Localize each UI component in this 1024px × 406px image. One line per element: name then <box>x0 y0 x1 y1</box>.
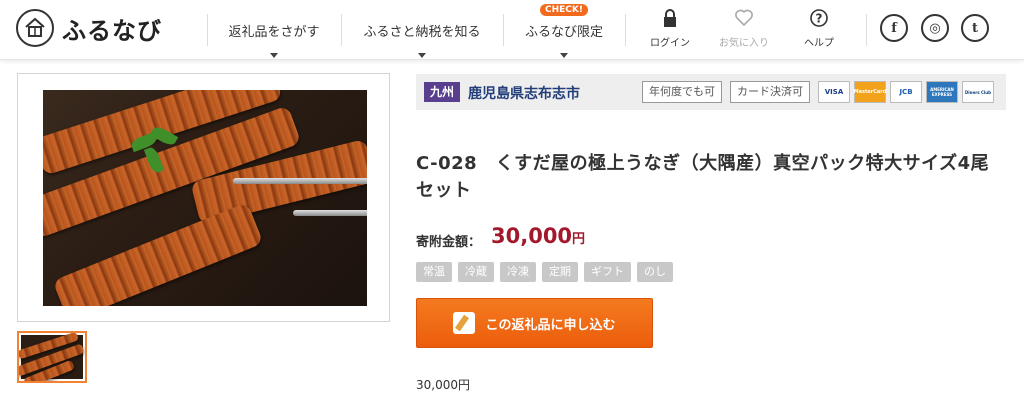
instagram-icon[interactable]: ◎ <box>921 14 949 42</box>
nav-divider <box>866 14 867 46</box>
chevron-down-icon <box>270 53 278 58</box>
nav-furunavi-limited[interactable]: CHECK! ふるなび限定 <box>503 0 625 60</box>
chevron-down-icon <box>418 53 426 58</box>
nav-learn-furusato[interactable]: ふるさと納税を知る <box>341 0 503 60</box>
tongs <box>293 210 367 216</box>
question-icon: ? <box>787 8 851 30</box>
nav-search-gifts[interactable]: 返礼品をさがす <box>207 0 341 60</box>
lock-icon <box>638 8 702 30</box>
region-bar: 九州 鹿児島県志布志市 年何度でも可 カード決済可 VISA MasterCar… <box>416 74 1006 110</box>
tag-gift: ギフト <box>584 262 631 282</box>
login-button[interactable]: ログイン <box>638 8 702 49</box>
pen-icon <box>453 312 476 334</box>
tag-subscription: 定期 <box>542 262 578 282</box>
diners-icon: Diners Club <box>962 81 994 103</box>
city-link[interactable]: 鹿児島県志布志市 <box>468 83 580 103</box>
logo-house-icon <box>16 9 54 47</box>
twitter-icon[interactable]: t <box>961 14 989 42</box>
region-tag[interactable]: 九州 <box>424 82 461 102</box>
tag-frozen: 冷凍 <box>500 262 536 282</box>
eel-photo <box>43 90 367 306</box>
shipping-tags: 常温 冷蔵 冷凍 定期 ギフト のし <box>416 262 679 282</box>
site-header: ふるなび 返礼品をさがす ふるさと納税を知る CHECK! ふるなび限定 ログイ… <box>0 0 1024 60</box>
jcb-icon: JCB <box>890 81 922 103</box>
svg-text:?: ? <box>816 12 823 26</box>
mastercard-icon: MasterCard <box>854 81 886 103</box>
heart-icon <box>712 8 776 30</box>
option-price: 30,000円 <box>416 378 470 392</box>
thumbnail-image <box>19 333 85 381</box>
price-unit: 円 <box>572 232 586 247</box>
favorites-button[interactable]: お気に入り <box>712 8 776 49</box>
facebook-icon[interactable]: f <box>880 14 908 42</box>
nav-search-gifts-label: 返礼品をさがす <box>228 24 320 40</box>
site-logo[interactable]: ふるなび <box>16 9 162 47</box>
nav-learn-furusato-label: ふるさと納税を知る <box>363 24 481 40</box>
tongs <box>233 178 367 184</box>
product-title: C-028 くすだ屋の極上うなぎ（大隅産）真空パック特大サイズ4尾セット <box>416 153 990 201</box>
price-value: 30,000円 <box>491 224 585 248</box>
visa-icon: VISA <box>818 81 850 103</box>
check-badge: CHECK! <box>540 4 588 16</box>
nav-divider <box>625 14 626 46</box>
apply-button-label: この返礼品に申し込む <box>485 317 616 333</box>
price-label: 寄附金額： <box>416 235 482 250</box>
chevron-down-icon <box>560 53 568 58</box>
main-product-image[interactable] <box>17 73 390 322</box>
nav-furunavi-limited-label: ふるなび限定 <box>524 24 603 40</box>
apply-button[interactable]: この返礼品に申し込む <box>416 298 653 348</box>
login-label: ログイン <box>650 38 690 49</box>
help-button[interactable]: ? ヘルプ <box>787 8 851 49</box>
amex-icon: AMERICAN EXPRESS <box>926 81 958 103</box>
tag-room-temp: 常温 <box>416 262 452 282</box>
logo-text: ふるなび <box>62 16 162 45</box>
favorites-label: お気に入り <box>719 38 769 49</box>
tag-noshi: のし <box>637 262 673 282</box>
help-label: ヘルプ <box>804 38 834 49</box>
multiple-times-tag: 年何度でも可 <box>642 81 722 103</box>
card-payment-tag: カード決済可 <box>730 81 810 103</box>
price-amount: 30,000 <box>491 224 573 248</box>
tag-refrigerated: 冷蔵 <box>458 262 494 282</box>
thumbnail-1[interactable] <box>17 331 87 383</box>
